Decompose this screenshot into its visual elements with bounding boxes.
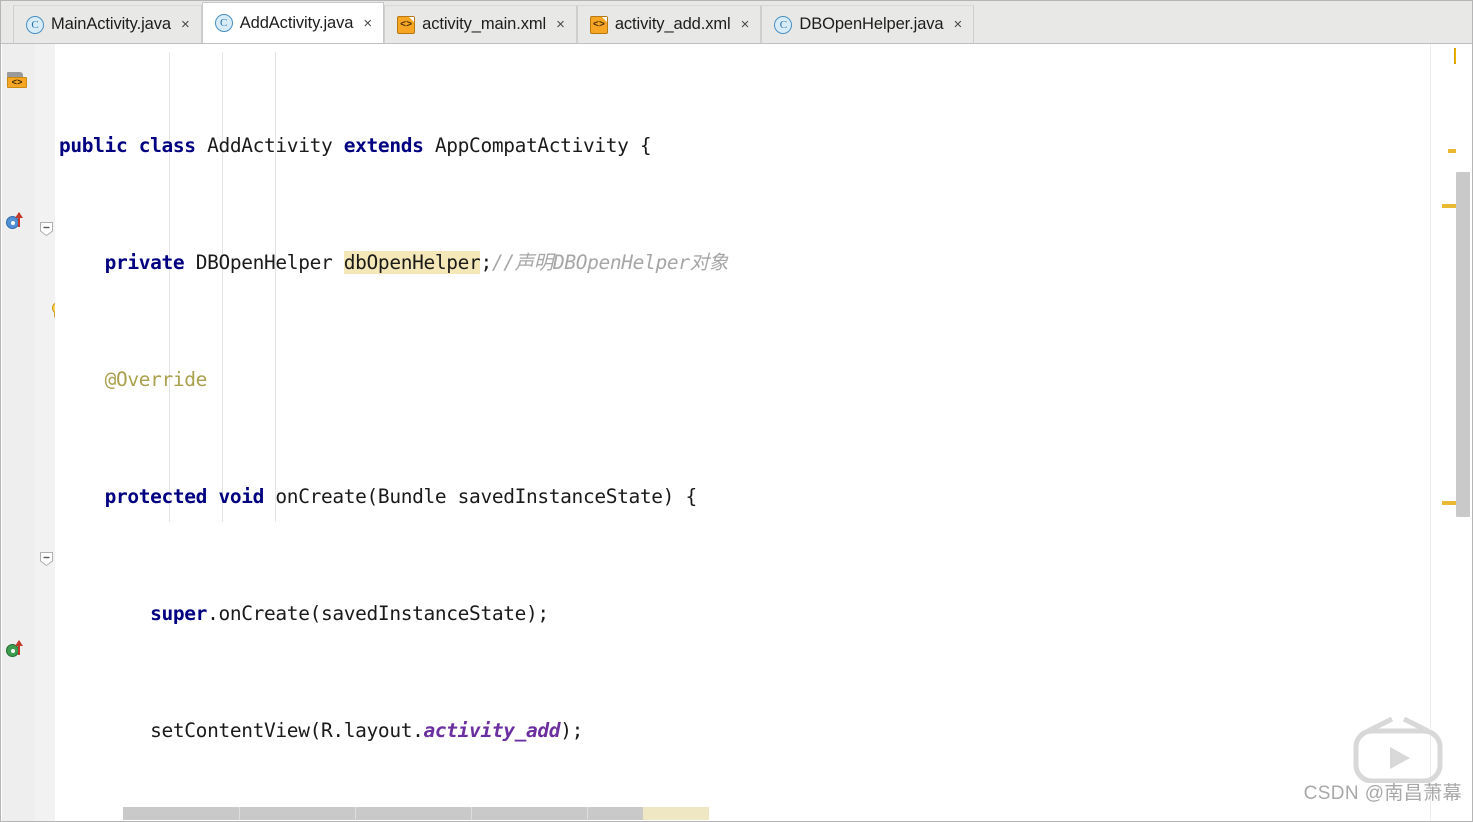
tab-activity-add-xml[interactable]: <> activity_add.xml × bbox=[576, 5, 762, 43]
horizontal-scrollbar-track[interactable] bbox=[55, 806, 1415, 821]
java-class-icon: C bbox=[774, 15, 793, 34]
tab-activity-main-xml[interactable]: <> activity_main.xml × bbox=[384, 5, 577, 43]
tab-close-icon[interactable]: × bbox=[741, 17, 750, 32]
tab-close-icon[interactable]: × bbox=[363, 16, 372, 31]
tab-addactivity-java[interactable]: C AddActivity.java × bbox=[201, 2, 385, 43]
code-line[interactable]: private DBOpenHelper dbOpenHelper;//声明DB… bbox=[55, 243, 1431, 282]
code-line[interactable]: super.onCreate(savedInstanceState); bbox=[55, 594, 1431, 633]
editor-tab-bar: C MainActivity.java × C AddActivity.java… bbox=[1, 1, 1472, 44]
tab-close-icon[interactable]: × bbox=[954, 17, 963, 32]
ide-window: C MainActivity.java × C AddActivity.java… bbox=[0, 0, 1473, 822]
tab-close-icon[interactable]: × bbox=[181, 17, 190, 32]
vertical-scrollbar-track[interactable] bbox=[1456, 44, 1472, 821]
code-line[interactable]: protected void onCreate(Bundle savedInst… bbox=[55, 477, 1431, 516]
code-line[interactable]: setContentView(R.layout.activity_add); bbox=[55, 711, 1431, 750]
source-code[interactable]: public class AddActivity extends AppComp… bbox=[55, 48, 1431, 821]
vertical-scrollbar-thumb[interactable] bbox=[1456, 172, 1470, 517]
tab-label: MainActivity.java bbox=[51, 15, 171, 33]
horizontal-scrollbar-highlight bbox=[643, 807, 709, 820]
fold-collapse-icon[interactable] bbox=[40, 222, 53, 236]
xml-file-icon: <> bbox=[589, 15, 608, 34]
tab-label: DBOpenHelper.java bbox=[799, 15, 944, 33]
tab-label: AddActivity.java bbox=[239, 13, 354, 32]
tab-dbopenhelper-java[interactable]: C DBOpenHelper.java × bbox=[761, 5, 975, 43]
code-folding-strip[interactable] bbox=[35, 44, 64, 821]
tab-label: activity_main.xml bbox=[422, 15, 547, 33]
java-class-icon: C bbox=[26, 15, 44, 34]
editor-gutter[interactable]: <> bbox=[2, 44, 36, 821]
tab-label: activity_add.xml bbox=[614, 15, 731, 33]
code-editor[interactable]: <> public class AddActivity extends AppC… bbox=[1, 44, 1472, 821]
code-text-surface[interactable]: public class AddActivity extends AppComp… bbox=[55, 44, 1431, 821]
code-line[interactable]: @Override bbox=[55, 360, 1431, 399]
xml-file-icon: <> bbox=[397, 15, 416, 34]
fold-collapse-icon[interactable] bbox=[40, 552, 53, 566]
code-line[interactable]: public class AddActivity extends AppComp… bbox=[55, 126, 1431, 165]
tv-logo-icon bbox=[1346, 716, 1450, 784]
java-class-icon: C bbox=[214, 14, 233, 32]
horizontal-scrollbar-thumb[interactable] bbox=[123, 807, 643, 820]
tab-close-icon[interactable]: × bbox=[556, 17, 565, 32]
error-stripe-and-scrollbar[interactable] bbox=[1430, 44, 1472, 821]
xml-layout-file-icon[interactable]: <> bbox=[3, 66, 29, 88]
tab-mainactivity-java[interactable]: C MainActivity.java × bbox=[13, 5, 202, 43]
